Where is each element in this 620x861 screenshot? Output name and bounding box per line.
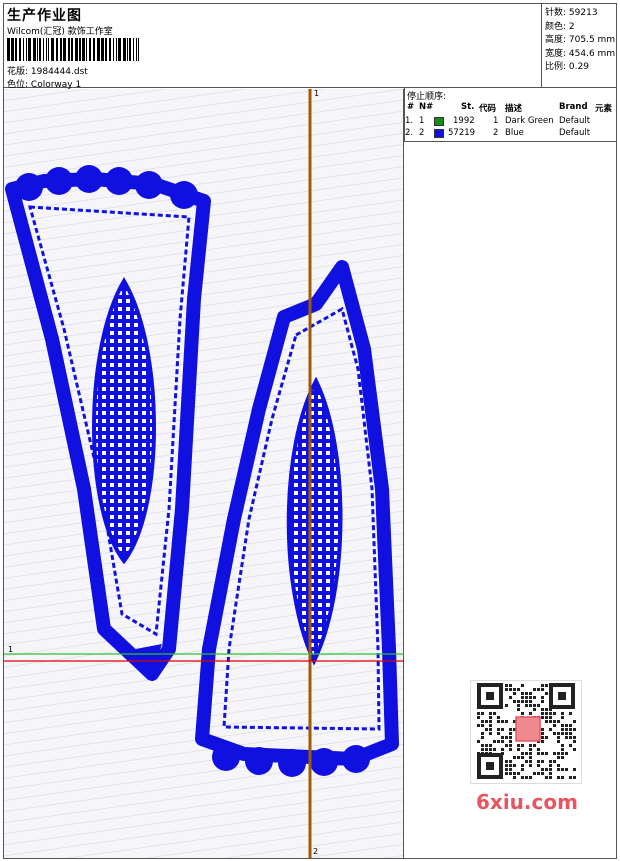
stop-sequence-title: 停止顺序: bbox=[407, 92, 447, 102]
table-row: 1. 1 1992 1 Dark Green Default bbox=[405, 116, 591, 126]
design-canvas: 1 2 1 bbox=[4, 89, 404, 858]
stop-sequence-table: 停止顺序: # N# St. 代码 描述 Brand 元素 1. 1 1992 … bbox=[404, 88, 617, 142]
axis-label-top: 1 bbox=[314, 89, 320, 98]
table-row: 2. 2 57219 2 Blue Default bbox=[405, 128, 591, 138]
stat-width: 宽度: 454.6 mm bbox=[545, 48, 616, 59]
header-block: 生产作业图 Wilcom(汇冠) 款饰工作室 花版: 1984444.dst 色… bbox=[3, 3, 617, 90]
company-name: Wilcom(汇冠) 款饰工作室 bbox=[7, 27, 113, 37]
stat-stitches: 针数: 59213 bbox=[545, 8, 598, 18]
axis-label-left: 1 bbox=[8, 645, 14, 654]
embroidery-design bbox=[4, 89, 404, 858]
stats-panel: 针数: 59213 颜色: 2 高度: 705.5 mm 宽度: 454.6 m… bbox=[541, 3, 617, 88]
left-lens bbox=[92, 277, 156, 565]
right-lens bbox=[286, 376, 343, 666]
axis-label-bottom: 2 bbox=[313, 847, 319, 856]
watermark-site: 6xiu.com bbox=[476, 790, 578, 814]
color-swatch-icon bbox=[434, 129, 444, 138]
file-value: 1984444.dst bbox=[30, 67, 88, 77]
stat-colors: 颜色: 2 bbox=[545, 21, 575, 32]
stop-sequence-header: # N# St. 代码 描述 Brand 元素 bbox=[407, 102, 613, 114]
file-line: 花版: 1984444.dst bbox=[7, 64, 88, 77]
stat-scale: 比例: 0.29 bbox=[545, 62, 589, 72]
qr-code-icon bbox=[470, 680, 582, 784]
page-title: 生产作业图 bbox=[7, 8, 82, 24]
barcode-icon bbox=[7, 38, 139, 61]
stat-height: 高度: 705.5 mm bbox=[545, 35, 616, 45]
right-scallops bbox=[212, 743, 370, 777]
color-swatch-icon bbox=[434, 117, 444, 126]
file-label: 花版: bbox=[7, 67, 29, 77]
